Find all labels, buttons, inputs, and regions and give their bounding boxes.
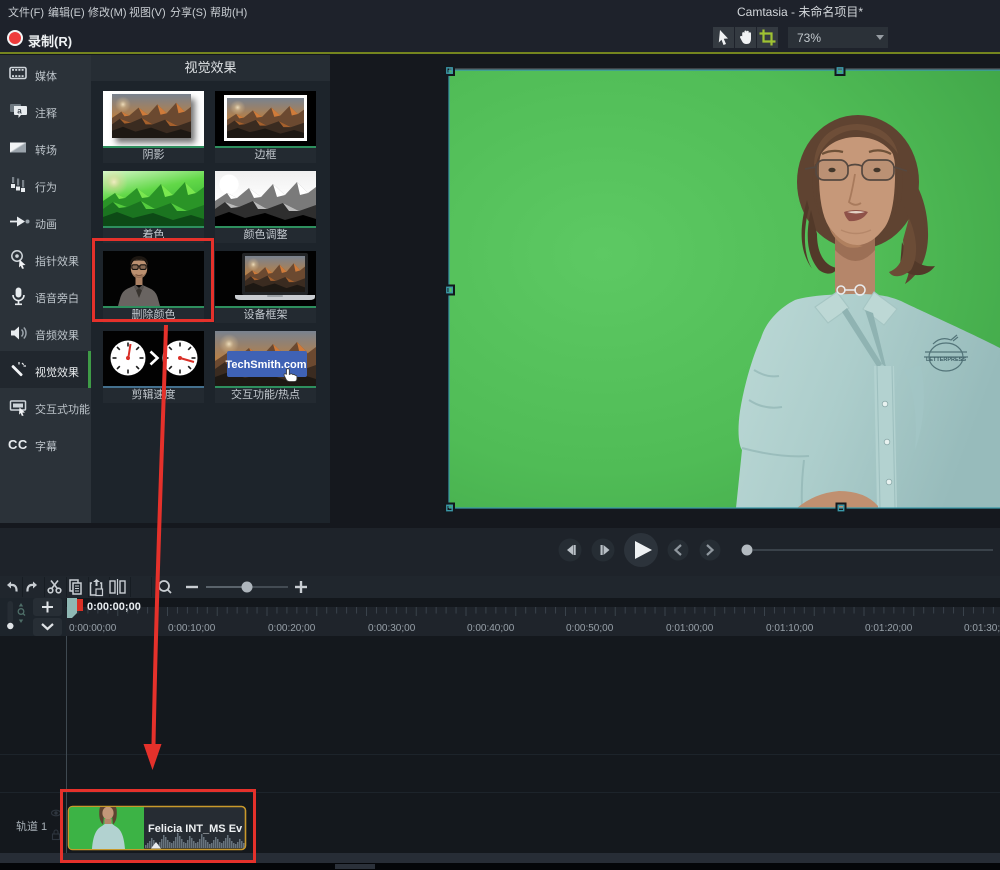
svg-text:0:00:00;00: 0:00:00;00 xyxy=(87,601,141,613)
svg-text:0:00:30;00: 0:00:30;00 xyxy=(368,623,416,634)
svg-text:0:01:00;00: 0:01:00;00 xyxy=(666,623,714,634)
svg-text:0:00:00;00: 0:00:00;00 xyxy=(69,623,117,634)
svg-text:0:01:20;00: 0:01:20;00 xyxy=(865,623,913,634)
svg-text:0:00:10;00: 0:00:10;00 xyxy=(168,623,216,634)
svg-text:a: a xyxy=(17,107,22,116)
svg-text:0:01:30;00: 0:01:30;00 xyxy=(964,623,1000,634)
svg-text:轨道 1: 轨道 1 xyxy=(16,819,47,833)
svg-text:0:00:20;00: 0:00:20;00 xyxy=(268,623,316,634)
svg-text:TechSmith.com: TechSmith.com xyxy=(225,359,306,371)
svg-text:0:00:40;00: 0:00:40;00 xyxy=(467,623,515,634)
svg-text:0:00:50;00: 0:00:50;00 xyxy=(566,623,614,634)
svg-text:0:01:10;00: 0:01:10;00 xyxy=(766,623,814,634)
